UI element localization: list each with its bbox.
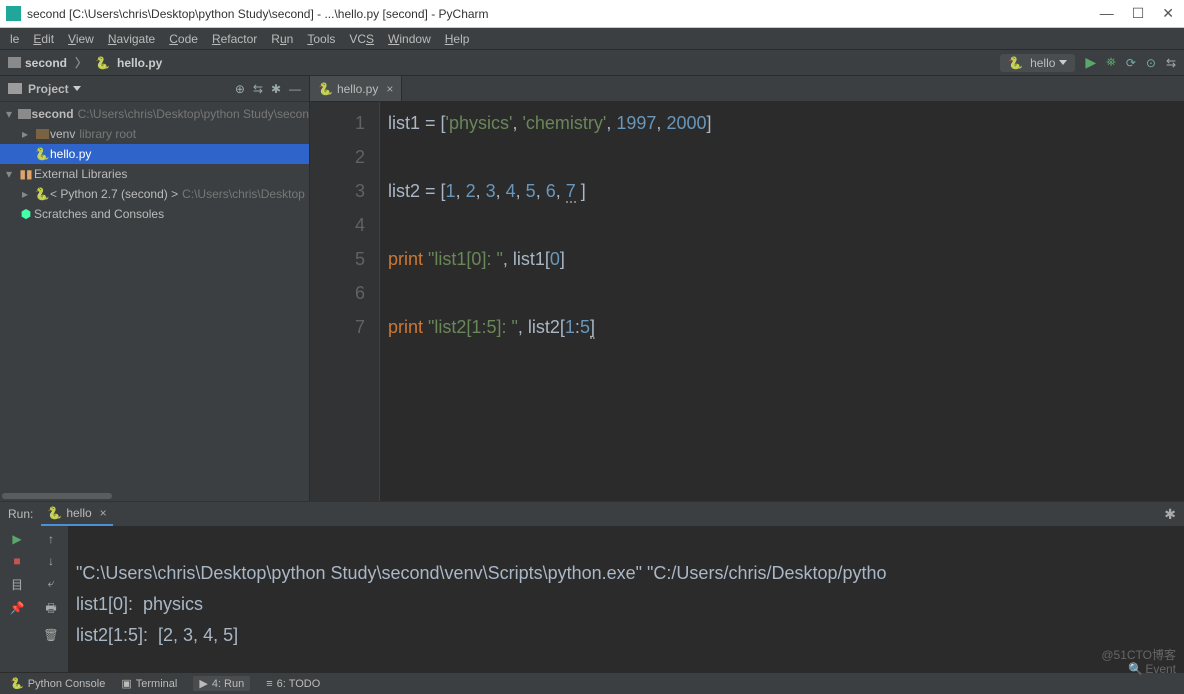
run-tabs: Run: 🐍 hello × ✱	[0, 502, 1184, 526]
window-buttons: — ☐ ✕	[1100, 5, 1174, 22]
python-console-button[interactable]: 🐍Python Console	[10, 677, 105, 690]
console-output[interactable]: "C:\Users\chris\Desktop\python Study\sec…	[68, 526, 1184, 691]
editor-tabs: 🐍 hello.py ×	[310, 76, 1184, 102]
project-title: Project	[28, 82, 69, 96]
settings-icon[interactable]: ✱	[271, 82, 281, 96]
menu-help[interactable]: Help	[439, 30, 476, 48]
toolbar-right: 🐍 hello ▶ ⛯ ⟳ ⊙ ⇆	[1000, 54, 1176, 72]
run-tab-hello[interactable]: 🐍 hello ×	[41, 502, 112, 526]
window-titlebar: second [C:\Users\chris\Desktop\python St…	[0, 0, 1184, 28]
close-button[interactable]: ✕	[1162, 5, 1174, 22]
editor-area: 🐍 hello.py × 123 456 7 list1 = ['physics…	[310, 76, 1184, 501]
hide-icon[interactable]: —	[289, 82, 301, 96]
run-tool-window: Run: 🐍 hello × ✱ ▶ ■ ⽬ 📌 ↑ ↓ ⤶ 🖶 🗑 "C:\U…	[0, 501, 1184, 691]
menu-edit[interactable]: Edit	[27, 30, 60, 48]
watermark: @51CTO博客 🔍Event	[1101, 648, 1176, 676]
pycharm-icon	[6, 6, 21, 21]
todo-button[interactable]: ≡6: TODO	[266, 678, 320, 690]
python-file-icon: 🐍	[47, 506, 62, 520]
gutter: 123 456 7	[310, 102, 380, 501]
stop-button[interactable]: ■	[13, 554, 20, 568]
breadcrumb-root: second	[25, 56, 67, 70]
tab-hello[interactable]: 🐍 hello.py ×	[310, 76, 402, 101]
project-header: Project ⊕ ⇆ ✱ —	[0, 76, 309, 102]
python-file-icon: 🐍	[318, 82, 333, 96]
menu-code[interactable]: Code	[163, 30, 204, 48]
menu-window[interactable]: Window	[382, 30, 437, 48]
python-file-icon: 🐍	[1008, 56, 1023, 70]
minimize-button[interactable]: —	[1100, 5, 1114, 22]
menu-bar: le Edit View Navigate Code Refactor Run …	[0, 28, 1184, 50]
pin-button[interactable]: 📌	[10, 601, 25, 615]
tab-label: hello.py	[337, 82, 378, 96]
terminal-button[interactable]: ▣Terminal	[121, 677, 177, 690]
tree-root[interactable]: ▾ second C:\Users\chris\Desktop\python S…	[0, 104, 309, 124]
menu-refactor[interactable]: Refactor	[206, 30, 263, 48]
window-title: second [C:\Users\chris\Desktop\python St…	[27, 7, 1100, 21]
chevron-down-icon[interactable]	[73, 86, 81, 91]
tree-external-libs[interactable]: ▾▮▮ External Libraries	[0, 164, 309, 184]
navigation-bar: second 〉 🐍 hello.py 🐍 hello ▶ ⛯ ⟳ ⊙ ⇆	[0, 50, 1184, 76]
profile-button[interactable]: ⊙	[1146, 56, 1156, 70]
horizontal-scrollbar[interactable]	[0, 491, 309, 501]
rerun-button[interactable]: ▶	[12, 532, 21, 546]
menu-tools[interactable]: Tools	[301, 30, 341, 48]
menu-run[interactable]: Run	[265, 30, 299, 48]
tree-scratches[interactable]: ⬢ Scratches and Consoles	[0, 204, 309, 224]
gear-icon[interactable]: ✱	[1164, 506, 1176, 523]
project-icon	[8, 83, 22, 94]
run-body: ▶ ■ ⽬ 📌 ↑ ↓ ⤶ 🖶 🗑 "C:\Users\chris\Deskto…	[0, 526, 1184, 691]
menu-navigate[interactable]: Navigate	[102, 30, 161, 48]
close-icon[interactable]: ×	[100, 506, 107, 520]
close-icon[interactable]: ×	[386, 82, 393, 96]
clear-button[interactable]: 🗑	[43, 628, 58, 642]
search-everywhere-button[interactable]: ⇆	[1166, 56, 1176, 70]
python-file-icon: 🐍	[95, 56, 110, 70]
code-editor[interactable]: 123 456 7 list1 = ['physics', 'chemistry…	[310, 102, 1184, 501]
run-toolbar: ▶ ■ ⽬ 📌 ↑ ↓ ⤶ 🖶 🗑	[0, 526, 68, 691]
menu-view[interactable]: View	[62, 30, 100, 48]
maximize-button[interactable]: ☐	[1132, 5, 1145, 22]
print-button[interactable]: 🖶	[45, 599, 56, 620]
project-header-tools: ⊕ ⇆ ✱ —	[235, 82, 301, 96]
folder-icon	[8, 57, 21, 68]
up-button[interactable]: ↑	[48, 532, 54, 546]
tree-python-sdk[interactable]: ▸🐍 < Python 2.7 (second) > C:\Users\chri…	[0, 184, 309, 204]
menu-vcs[interactable]: VCS	[343, 30, 380, 48]
project-tool-window: Project ⊕ ⇆ ✱ — ▾ second C:\Users\chris\…	[0, 76, 310, 501]
debug-button[interactable]: ⛯	[1106, 55, 1116, 70]
run-label: Run:	[8, 507, 33, 521]
soft-wrap-button[interactable]: ⤶	[48, 576, 55, 591]
breadcrumb[interactable]: second 〉 🐍 hello.py	[8, 54, 162, 71]
menu-file[interactable]: le	[4, 30, 25, 48]
run-coverage-button[interactable]: ⟳	[1126, 56, 1136, 70]
code-body[interactable]: list1 = ['physics', 'chemistry', 1997, 2…	[380, 102, 1184, 501]
chevron-right-icon: 〉	[75, 54, 87, 71]
run-config-label: hello	[1030, 56, 1055, 70]
main-split: Project ⊕ ⇆ ✱ — ▾ second C:\Users\chris\…	[0, 76, 1184, 501]
chevron-down-icon	[1059, 60, 1067, 65]
run-configuration-dropdown[interactable]: 🐍 hello	[1000, 54, 1075, 72]
expand-all-icon[interactable]: ⇆	[253, 82, 263, 96]
tree-venv[interactable]: ▸ venv library root	[0, 124, 309, 144]
locate-icon[interactable]: ⊕	[235, 82, 245, 96]
project-tree[interactable]: ▾ second C:\Users\chris\Desktop\python S…	[0, 102, 309, 491]
status-bar: 🐍Python Console ▣Terminal ▶4: Run ≡6: TO…	[0, 672, 1184, 694]
run-button[interactable]: ▶	[1085, 54, 1096, 71]
tree-file-hello[interactable]: 🐍 hello.py	[0, 144, 309, 164]
breadcrumb-file: hello.py	[117, 56, 162, 70]
down-button[interactable]: ↓	[48, 554, 54, 568]
run-tool-button[interactable]: ▶4: Run	[193, 676, 250, 691]
layout-button[interactable]: ⽬	[11, 576, 23, 593]
